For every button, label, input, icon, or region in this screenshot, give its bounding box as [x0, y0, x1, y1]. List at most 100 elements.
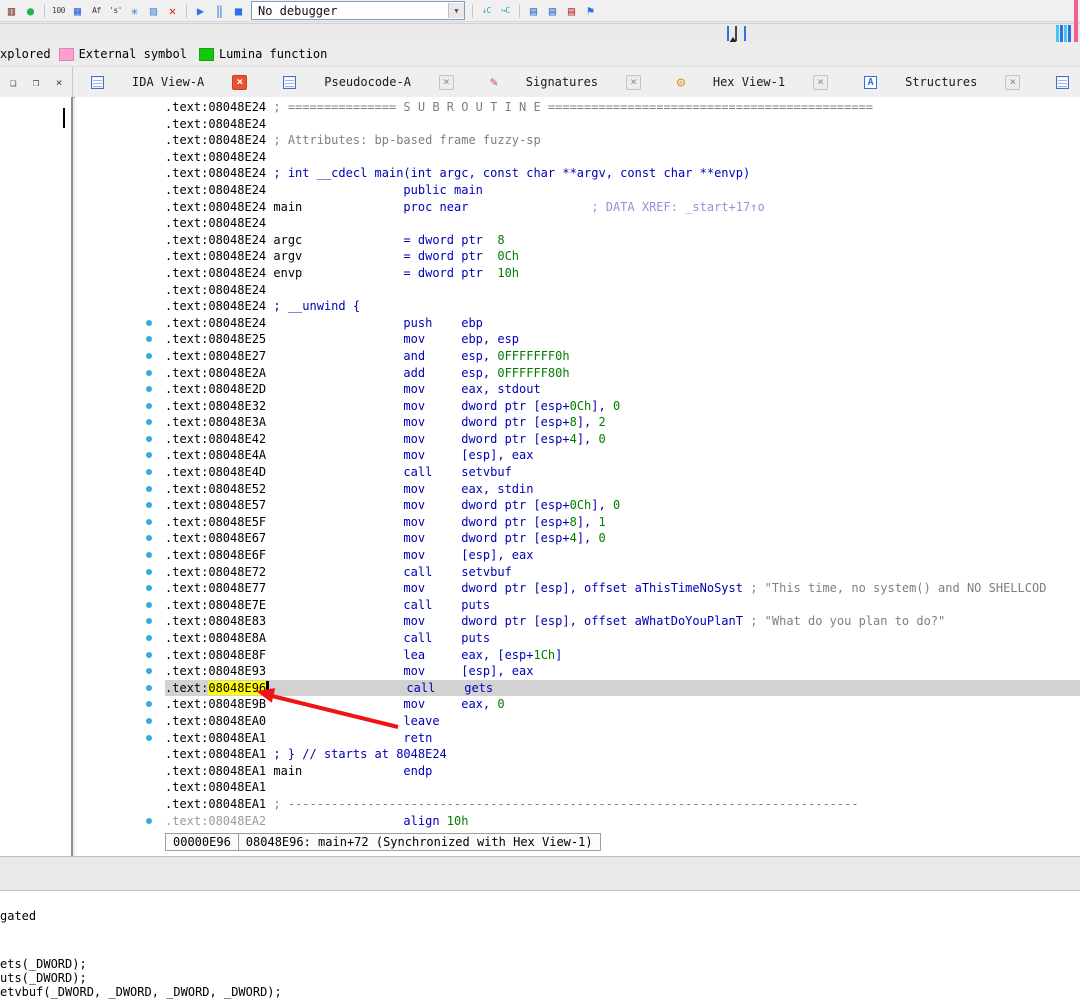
step-into-icon[interactable]: ↓C: [478, 3, 495, 19]
disasm-line[interactable]: .text:08048E24 ; =============== S U B R…: [165, 99, 1080, 116]
tab-close-icon[interactable]: ×: [439, 75, 454, 90]
disasm-line[interactable]: .text:08048E4D call setvbuf: [165, 464, 1080, 481]
disasm-line[interactable]: .text:08048EA1: [165, 779, 1080, 796]
disasm-line[interactable]: .text:08048E2D mov eax, stdout: [165, 381, 1080, 398]
disasm-line[interactable]: .text:08048E96 call gets: [165, 680, 1080, 697]
disasm-line[interactable]: .text:08048E2A add esp, 0FFFFFF80h: [165, 365, 1080, 382]
tab-hex-view-1[interactable]: ◎Hex View-1×: [659, 67, 846, 97]
dock-panel-icon[interactable]: ❏: [6, 76, 20, 89]
instruction-dot: [146, 353, 152, 359]
ida-window: ▥●100▦Af's'✳▨✕▶‖■No debugger▼↓C↪C▤▤▤⚑ xp…: [0, 0, 1080, 1004]
disasm-line[interactable]: .text:08048E5F mov dword ptr [esp+8], 1: [165, 514, 1080, 531]
disasm-line[interactable]: .text:08048E24: [165, 149, 1080, 166]
disasm-line[interactable]: .text:08048E42 mov dword ptr [esp+4], 0: [165, 431, 1080, 448]
disasm-line[interactable]: .text:08048E9B mov eax, 0: [165, 696, 1080, 713]
combo-value: No debugger: [252, 4, 337, 18]
disasm-line[interactable]: .text:08048E72 call setvbuf: [165, 564, 1080, 581]
stop-process-icon[interactable]: ■: [230, 3, 247, 19]
disassembly-view[interactable]: .text:08048E24 ; =============== S U B R…: [75, 97, 1080, 856]
disasm-line[interactable]: .text:08048E52 mov eax, stdin: [165, 481, 1080, 498]
disasm-line[interactable]: .text:08048E83 mov dword ptr [esp], offs…: [165, 613, 1080, 630]
disasm-line[interactable]: .text:08048EA1 ; -----------------------…: [165, 796, 1080, 813]
tab-close-icon[interactable]: ×: [626, 75, 641, 90]
close-panel-icon[interactable]: ×: [52, 76, 66, 89]
instruction-dot: [146, 635, 152, 641]
disasm-line[interactable]: .text:08048E24: [165, 116, 1080, 133]
breakpoint-list-icon[interactable]: ▤: [563, 3, 580, 19]
instruction-dot: [146, 419, 152, 425]
image-icon[interactable]: ▨: [145, 3, 162, 19]
tab-signatures[interactable]: ✎Signatures×: [472, 67, 659, 97]
output-window[interactable]: gated ets(_DWORD);uts(_DWORD);etvbuf(_DW…: [0, 890, 1080, 1004]
disasm-line[interactable]: .text:08048EA2 align 10h: [165, 813, 1080, 830]
snapshot-icon[interactable]: ▥: [3, 3, 20, 19]
disasm-line[interactable]: .text:08048E24 ; __unwind {: [165, 298, 1080, 315]
disasm-line[interactable]: .text:08048EA1 ; } // starts at 8048E24: [165, 746, 1080, 763]
calculator-grid-icon[interactable]: ▦: [69, 3, 86, 19]
disasm-line[interactable]: .text:08048E93 mov [esp], eax: [165, 663, 1080, 680]
delete-icon[interactable]: ✕: [164, 3, 181, 19]
splitter-band[interactable]: [0, 856, 1080, 891]
strings-icon[interactable]: 's': [107, 3, 124, 19]
tab-close-icon[interactable]: ×: [813, 75, 828, 90]
navigation-band[interactable]: [0, 23, 1080, 44]
chevron-down-icon[interactable]: ▼: [448, 3, 464, 18]
instruction-dot: [146, 336, 152, 342]
disasm-line[interactable]: .text:08048E24: [165, 215, 1080, 232]
instruction-dot: [146, 386, 152, 392]
disasm-line[interactable]: .text:08048E24 argv = dword ptr 0Ch: [165, 248, 1080, 265]
output-line: gated: [0, 909, 36, 923]
disasm-line[interactable]: .text:08048E7E call puts: [165, 597, 1080, 614]
main-toolbar: ▥●100▦Af's'✳▨✕▶‖■No debugger▼↓C↪C▤▤▤⚑: [0, 0, 1080, 22]
disasm-line[interactable]: .text:08048EA1 retn: [165, 730, 1080, 747]
step-over-icon[interactable]: ↪C: [497, 3, 514, 19]
disasm-line[interactable]: .text:08048E77 mov dword ptr [esp], offs…: [165, 580, 1080, 597]
float-panel-icon[interactable]: ❐: [29, 76, 43, 89]
disasm-line[interactable]: .text:08048E57 mov dword ptr [esp+0Ch], …: [165, 497, 1080, 514]
disasm-line[interactable]: .text:08048E24 public main: [165, 182, 1080, 199]
status-address-info: 08048E96: main+72 (Synchronized with Hex…: [238, 833, 601, 851]
instruction-dot: [146, 370, 152, 376]
tab-pseudocode-a[interactable]: Pseudocode-A×: [265, 67, 472, 97]
tab-ida-view-a[interactable]: IDA View-A×: [73, 67, 265, 97]
disasm-line[interactable]: .text:08048E24 ; int __cdecl main(int ar…: [165, 165, 1080, 182]
disasm-line[interactable]: .text:08048E67 mov dword ptr [esp+4], 0: [165, 530, 1080, 547]
output-line: etvbuf(_DWORD, _DWORD, _DWORD, _DWORD);: [0, 985, 282, 999]
disasm-line[interactable]: .text:08048E4A mov [esp], eax: [165, 447, 1080, 464]
tab-close-icon[interactable]: ×: [1005, 75, 1020, 90]
disasm-line[interactable]: .text:08048E8F lea eax, [esp+1Ch]: [165, 647, 1080, 664]
continue-process-icon[interactable]: ▶: [192, 3, 209, 19]
tab-close-icon[interactable]: ×: [232, 75, 247, 90]
instruction-dot: [146, 618, 152, 624]
disasm-line[interactable]: .text:08048E24 ; Attributes: bp-based fr…: [165, 132, 1080, 149]
disasm-line[interactable]: .text:08048E27 and esp, 0FFFFFFF0h: [165, 348, 1080, 365]
disasm-line[interactable]: .text:08048E32 mov dword ptr [esp+0Ch], …: [165, 398, 1080, 415]
navband-stripe: [1056, 25, 1059, 42]
disasm-line[interactable]: .text:08048E24 main proc near ; DATA XRE…: [165, 199, 1080, 216]
debugger-selector[interactable]: No debugger ▼: [251, 1, 465, 20]
toolbar-separator: [472, 4, 473, 18]
tab-structures[interactable]: AStructures×: [846, 67, 1038, 97]
disasm-line[interactable]: .text:08048E24: [165, 282, 1080, 299]
disasm-line[interactable]: .text:08048E6F mov [esp], eax: [165, 547, 1080, 564]
names-list-icon[interactable]: ▤: [544, 3, 561, 19]
legend-label: Lumina function: [219, 47, 327, 61]
tab-extra[interactable]: [1038, 67, 1080, 97]
disasm-line[interactable]: .text:08048EA0 leave: [165, 713, 1080, 730]
segments-list-icon[interactable]: ▤: [525, 3, 542, 19]
left-panel[interactable]: [0, 97, 73, 856]
disasm-line[interactable]: .text:08048EA1 main endp: [165, 763, 1080, 780]
hundred-icon[interactable]: 100: [50, 3, 67, 19]
disasm-line[interactable]: .text:08048E24 push ebp: [165, 315, 1080, 332]
disasm-line[interactable]: .text:08048E24 argc = dword ptr 8: [165, 232, 1080, 249]
ascii-icon[interactable]: Af: [88, 3, 105, 19]
disasm-line[interactable]: .text:08048E3A mov dword ptr [esp+8], 2: [165, 414, 1080, 431]
instruction-dot: [146, 735, 152, 741]
disasm-line[interactable]: .text:08048E24 envp = dword ptr 10h: [165, 265, 1080, 282]
asterisk-icon[interactable]: ✳: [126, 3, 143, 19]
flag-icon[interactable]: ⚑: [582, 3, 599, 19]
disasm-line[interactable]: .text:08048E25 mov ebp, esp: [165, 331, 1080, 348]
lumina-icon[interactable]: ●: [22, 3, 39, 19]
disasm-line[interactable]: .text:08048E8A call puts: [165, 630, 1080, 647]
pause-process-icon[interactable]: ‖: [211, 3, 228, 19]
